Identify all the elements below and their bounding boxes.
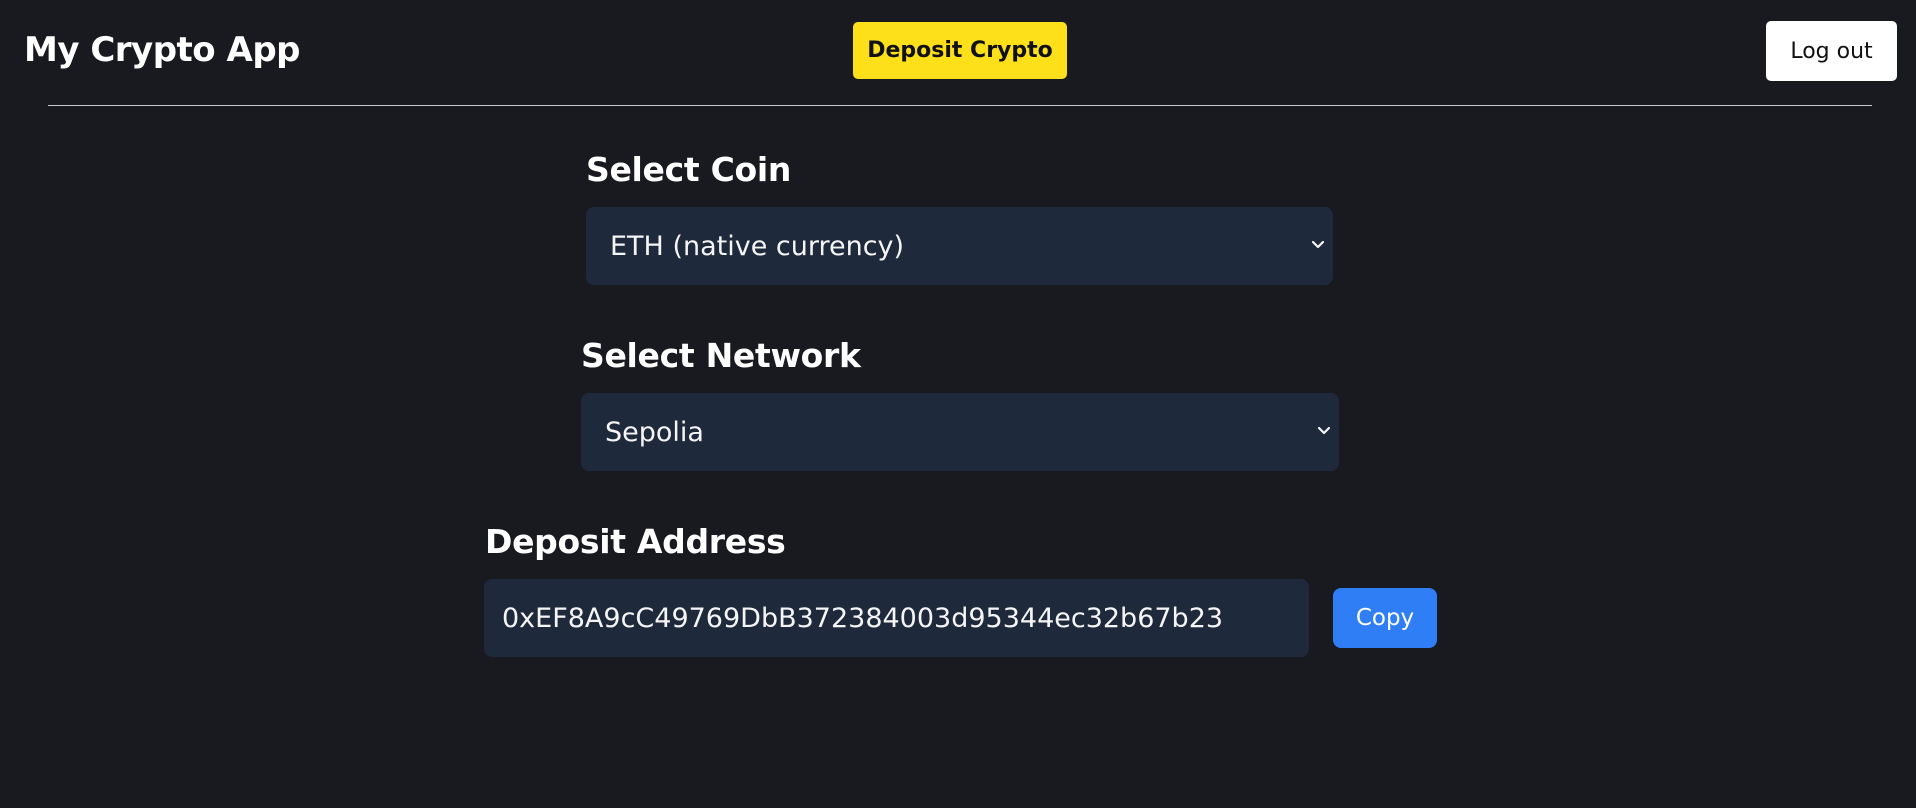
deposit-address-label: Deposit Address: [485, 522, 786, 561]
chevron-down-icon: [1311, 240, 1325, 249]
coin-select[interactable]: ETH (native currency): [586, 207, 1333, 285]
app-title: My Crypto App: [24, 30, 301, 70]
deposit-address-value: 0xEF8A9cC49769DbB372384003d95344ec32b67b…: [502, 602, 1224, 634]
header-divider: [48, 105, 1872, 106]
top-header: My Crypto App Deposit Crypto Log out: [0, 0, 1916, 106]
network-select[interactable]: Sepolia: [581, 393, 1339, 471]
deposit-crypto-button[interactable]: Deposit Crypto: [853, 22, 1067, 79]
copy-address-button[interactable]: Copy: [1333, 588, 1437, 648]
chevron-down-icon: [1317, 426, 1331, 435]
network-select-value: Sepolia: [605, 416, 704, 448]
logout-button[interactable]: Log out: [1766, 21, 1897, 81]
select-coin-label: Select Coin: [586, 150, 792, 189]
select-network-label: Select Network: [581, 336, 861, 375]
deposit-address-field[interactable]: 0xEF8A9cC49769DbB372384003d95344ec32b67b…: [484, 579, 1309, 657]
coin-select-value: ETH (native currency): [610, 230, 905, 262]
